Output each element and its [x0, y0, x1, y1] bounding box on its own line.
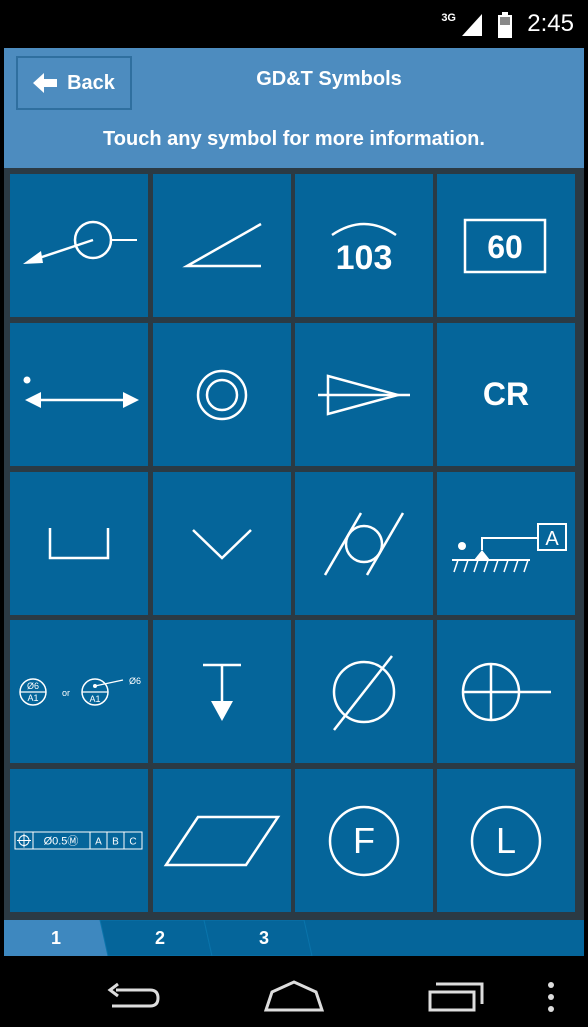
back-button-label: Back: [67, 71, 115, 94]
fcf-datum-a: A: [95, 836, 102, 847]
symbol-cell-free-state[interactable]: F: [295, 769, 433, 912]
recents-nav-icon[interactable]: [426, 978, 486, 1014]
symbol-cell-countersink[interactable]: [153, 472, 291, 615]
app-header: Back GD&T Symbols Touch any symbol for m…: [4, 48, 584, 168]
symbol-cell-conical-taper[interactable]: [295, 323, 433, 466]
concentricity-symbol-icon: [196, 369, 248, 420]
symbol-cell-flatness[interactable]: [153, 769, 291, 912]
lmc-symbol-icon: L: [470, 805, 542, 876]
cylindricity-symbol-icon: [323, 511, 405, 576]
symbol-cell-depth[interactable]: [153, 620, 291, 763]
page-tab-3[interactable]: 3: [212, 920, 316, 956]
status-bar: 3G 2:45: [0, 0, 588, 48]
back-nav-icon[interactable]: [102, 982, 162, 1012]
home-nav-icon[interactable]: [262, 978, 326, 1014]
datum-target-callout-icon: Ø6 A1 or Ø6 A1: [19, 676, 141, 706]
fcf-datum-b: B: [112, 836, 119, 847]
symbol-cell-counterbore[interactable]: [10, 472, 148, 615]
counterbore-symbol-icon: [48, 527, 110, 559]
position-symbol-icon: [23, 220, 137, 264]
android-nav-bar: [0, 956, 588, 1027]
symbol-cell-basic-dimension[interactable]: 60: [437, 174, 575, 317]
depth-symbol-icon: [203, 663, 241, 721]
page-tabs: 1 2 3: [4, 920, 584, 956]
clock: 2:45: [527, 10, 574, 37]
lmc-letter: L: [496, 820, 516, 861]
fcf-datum-c: C: [129, 836, 136, 847]
back-arrow-icon: [33, 73, 58, 93]
symbol-cell-cylindricity[interactable]: [295, 472, 433, 615]
page-tab-1[interactable]: 1: [4, 920, 108, 956]
free-state-letter: F: [353, 820, 375, 861]
symbol-cell-diameter[interactable]: [295, 620, 433, 763]
symbol-cell-position[interactable]: [10, 174, 148, 317]
arc-length-value: 103: [336, 239, 393, 277]
flatness-symbol-icon: [163, 815, 281, 866]
countersink-symbol-icon: [192, 528, 252, 560]
datum-target-id-1: A1: [27, 693, 38, 703]
network-type: 3G: [441, 12, 456, 24]
symbol-cell-datum-target-callout[interactable]: Ø6 A1 or Ø6 A1: [10, 620, 148, 763]
symbol-grid: 103 60 CR A Ø6 A1 or Ø6 A1 Ø0.5Ⓜ A B C F…: [4, 168, 584, 920]
datum-target-symbol-icon: A: [452, 522, 567, 572]
free-state-symbol-icon: F: [328, 805, 400, 876]
symbol-cell-dimension-origin[interactable]: [437, 620, 575, 763]
datum-target-size-2: Ø6: [129, 676, 141, 686]
symbol-cell-angularity[interactable]: [153, 174, 291, 317]
symbol-cell-lmc[interactable]: L: [437, 769, 575, 912]
basic-dimension-symbol-icon: 60: [463, 218, 547, 273]
symbol-cell-arc-length[interactable]: 103: [295, 174, 433, 317]
datum-target-or: or: [62, 688, 70, 698]
battery-icon: [498, 12, 512, 38]
between-symbol-icon: [23, 376, 139, 408]
datum-target-letter: A: [545, 528, 559, 550]
symbol-cell-controlled-radius[interactable]: CR: [437, 323, 575, 466]
dimension-origin-symbol-icon: [461, 662, 551, 721]
back-button[interactable]: Back: [16, 56, 132, 110]
page-title: GD&T Symbols: [256, 68, 402, 90]
controlled-radius-label: CR: [482, 376, 530, 412]
page-subtitle: Touch any symbol for more information.: [103, 128, 485, 150]
overflow-menu-icon[interactable]: [544, 980, 558, 1014]
symbol-cell-feature-control-frame[interactable]: Ø0.5Ⓜ A B C: [10, 769, 148, 912]
arc-length-symbol-icon: 103: [331, 222, 397, 277]
symbol-cell-datum-target[interactable]: A: [437, 472, 575, 615]
datum-target-id-2: A1: [89, 694, 100, 704]
page-tab-2[interactable]: 2: [108, 920, 212, 956]
conical-taper-symbol-icon: [318, 373, 410, 416]
angularity-symbol-icon: [182, 222, 262, 267]
datum-target-size-1: Ø6: [27, 681, 39, 691]
signal-icon: [462, 14, 482, 36]
symbol-cell-between[interactable]: [10, 323, 148, 466]
feature-control-frame-icon: Ø0.5Ⓜ A B C: [14, 831, 143, 849]
basic-dimension-value: 60: [487, 229, 523, 265]
symbol-cell-concentricity[interactable]: [153, 323, 291, 466]
fcf-tolerance: Ø0.5Ⓜ: [44, 834, 79, 847]
diameter-symbol-icon: [332, 654, 396, 731]
